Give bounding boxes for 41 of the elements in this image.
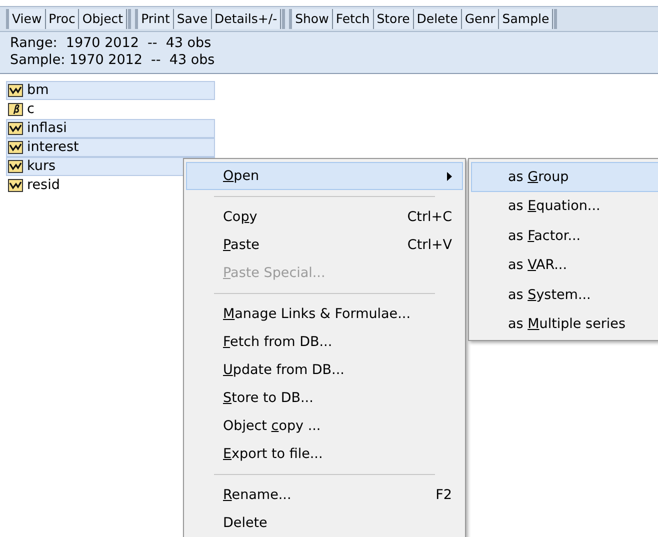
series-icon: [8, 122, 23, 135]
toolbar-button[interactable]: Fetch: [332, 9, 374, 29]
submenu-arrow-icon: [447, 172, 452, 180]
menu-item[interactable]: as System...: [471, 280, 658, 310]
menu-item[interactable]: Paste Ctrl+V: [186, 231, 463, 259]
menu-item[interactable]: Object copy ...: [186, 412, 463, 440]
menu-item[interactable]: as Group: [471, 162, 658, 192]
menu-item[interactable]: Export to file...: [186, 440, 463, 468]
toolbar-button[interactable]: Show: [292, 9, 333, 29]
menu-item[interactable]: Open: [186, 162, 463, 190]
coefficient-icon: [8, 103, 23, 116]
toolbar-button[interactable]: Save: [174, 9, 212, 29]
toolbar-button[interactable]: Print: [138, 9, 174, 29]
menu-item[interactable]: Delete: [186, 509, 463, 537]
series-icon: [8, 84, 23, 97]
object-row[interactable]: inflasi: [6, 119, 215, 138]
menu-item[interactable]: Store to DB...: [186, 384, 463, 412]
toolbar-button[interactable]: Store: [374, 9, 414, 29]
toolbar-button[interactable]: Delete: [414, 9, 462, 29]
sample-info: Sample: 1970 2012 -- 43 obs: [10, 52, 215, 69]
menu-item[interactable]: as Multiple series: [471, 310, 658, 339]
sample-info: Range: 1970 2012 -- 43 obs: [10, 35, 212, 52]
menu-item[interactable]: Rename... F2: [186, 481, 463, 509]
toolbar-button[interactable]: Object: [79, 9, 128, 29]
toolbar-button[interactable]: Details+/-: [212, 9, 282, 29]
menu-item[interactable]: Fetch from DB...: [186, 328, 463, 356]
menu-item[interactable]: as Factor...: [471, 221, 658, 250]
toolbar-button[interactable]: Genr: [462, 9, 500, 29]
menu-item[interactable]: as Equation...: [471, 192, 658, 221]
object-row[interactable]: bm: [6, 81, 215, 100]
menu-item[interactable]: Manage Links & Formulae...: [186, 300, 463, 328]
toolbar-button[interactable]: View: [9, 9, 46, 29]
toolbar-button[interactable]: Proc: [46, 9, 80, 29]
series-icon: [8, 141, 23, 154]
menu-item[interactable]: Update from DB...: [186, 356, 463, 384]
menu-item[interactable]: Copy Ctrl+C: [186, 203, 463, 231]
menu-item[interactable]: as VAR...: [471, 250, 658, 280]
series-icon: [8, 160, 23, 173]
series-icon: [8, 179, 23, 192]
object-row[interactable]: interest: [6, 138, 215, 157]
toolbar-button[interactable]: Sample: [499, 9, 554, 29]
